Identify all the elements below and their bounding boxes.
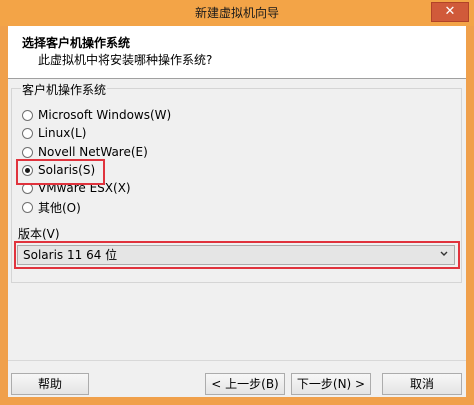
wizard-header: 选择客户机操作系统 此虚拟机中将安装哪种操作系统?: [8, 26, 466, 79]
radio-label: Linux(L): [38, 126, 87, 140]
solaris-highlight-box: [16, 159, 105, 185]
guest-os-group-label: 客户机操作系统: [21, 81, 108, 98]
version-highlight-box: [14, 241, 460, 269]
window-title: 新建虚拟机向导: [194, 6, 279, 20]
radio-button[interactable]: [22, 109, 33, 121]
back-button[interactable]: < 上一步(B): [205, 373, 285, 395]
version-label: 版本(V): [18, 227, 60, 241]
radio-button[interactable]: [22, 146, 33, 158]
close-icon: ✕: [444, 4, 456, 19]
radio-option-other[interactable]: 其他(O): [22, 198, 81, 216]
help-button[interactable]: 帮助: [11, 373, 89, 395]
page-title: 选择客户机操作系统: [22, 36, 131, 50]
radio-button[interactable]: [22, 127, 33, 139]
radio-option-linux[interactable]: Linux(L): [22, 124, 86, 142]
radio-label: 其他(O): [38, 200, 81, 215]
radio-label: Microsoft Windows(W): [38, 108, 172, 122]
footer-divider: [8, 360, 466, 361]
page-subtitle: 此虚拟机中将安装哪种操作系统?: [38, 53, 213, 67]
radio-label: Novell NetWare(E): [38, 145, 148, 159]
cancel-button[interactable]: 取消: [382, 373, 462, 395]
title-bar[interactable]: 新建虚拟机向导 ✕: [0, 0, 474, 26]
next-button[interactable]: 下一步(N) >: [291, 373, 371, 395]
radio-button[interactable]: [22, 201, 33, 213]
guest-os-group: 客户机操作系统 Microsoft Windows(W) Linux(L) No…: [11, 81, 462, 283]
radio-option-windows[interactable]: Microsoft Windows(W): [22, 106, 171, 124]
dialog-window: 新建虚拟机向导 ✕ 选择客户机操作系统 此虚拟机中将安装哪种操作系统? 客户机操…: [0, 0, 474, 405]
close-button[interactable]: ✕: [431, 2, 469, 22]
client-area: 选择客户机操作系统 此虚拟机中将安装哪种操作系统? 客户机操作系统 Micros…: [8, 26, 466, 397]
